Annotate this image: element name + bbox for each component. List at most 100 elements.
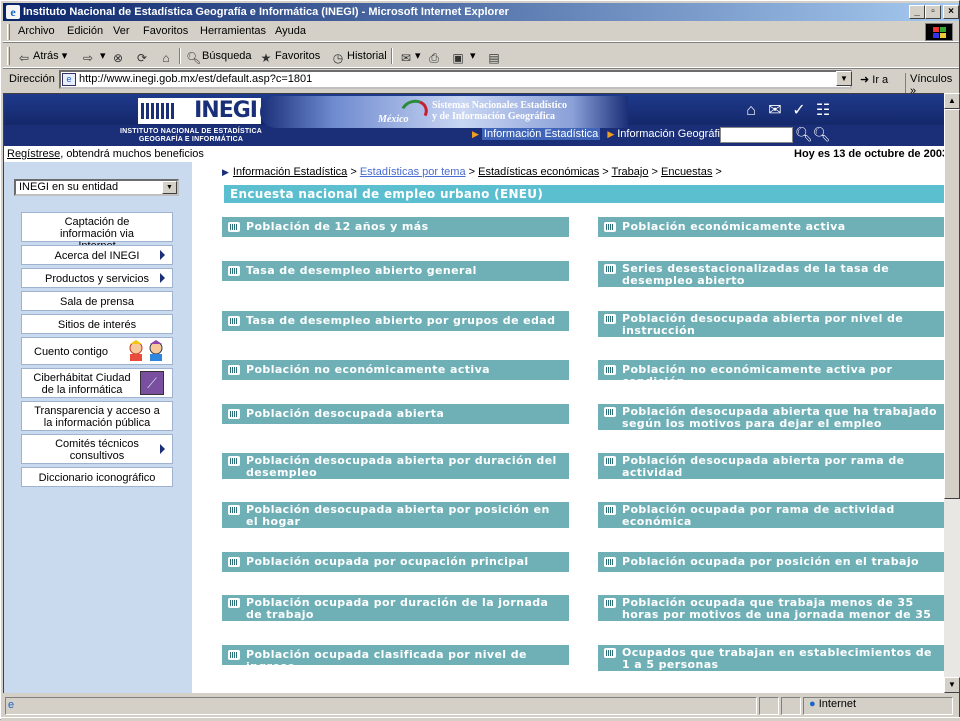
search-label: Búsqueda xyxy=(202,50,252,62)
register-line: Regístrese, obtendrá muchos beneficios xyxy=(7,148,204,160)
sidemenu-cuento-contigo[interactable]: Cuento contigo xyxy=(21,337,173,365)
topic-link[interactable]: Población ocupada por rama de actividad … xyxy=(598,502,944,528)
topic-link[interactable]: Población ocupada por ocupación principa… xyxy=(222,552,569,572)
menu-ver[interactable]: Ver xyxy=(113,25,130,37)
sidemenu-transparencia[interactable]: Transparencia y acceso a la información … xyxy=(21,401,173,431)
history-button[interactable]: ◷ Historial xyxy=(331,47,387,65)
topic-link[interactable]: Población desocupada abierta xyxy=(222,404,569,424)
maximize-button[interactable]: ▫ xyxy=(925,5,941,19)
topic-link[interactable]: Población ocupada por posición en el tra… xyxy=(598,552,944,572)
topic-label: Población desocupada abierta por duració… xyxy=(246,454,557,479)
zone-status: ● Internet xyxy=(809,698,856,710)
breadcrumb-estadisticas-economicas[interactable]: Estadísticas económicas xyxy=(478,166,599,178)
home-button[interactable]: ⌂ xyxy=(159,47,175,65)
stop-button[interactable]: ⊗ xyxy=(111,47,127,65)
section-title: Encuesta nacional de empleo urbano (ENEU… xyxy=(224,185,944,203)
refresh-button[interactable]: ⟳ xyxy=(135,47,151,65)
menu-ayuda[interactable]: Ayuda xyxy=(275,25,306,37)
search-button[interactable]: 🔍︎Búsqueda xyxy=(186,47,252,65)
search-icon: 🔍︎ xyxy=(186,51,202,65)
topic-link[interactable]: Población ocupada por duración de la jor… xyxy=(222,595,569,621)
close-button[interactable]: × xyxy=(943,5,959,19)
home-icon[interactable]: ⌂ xyxy=(742,102,760,120)
print-button[interactable]: ⎙ xyxy=(427,47,443,65)
scroll-up-button[interactable]: ▲ xyxy=(944,93,960,109)
topic-link[interactable]: Series desestacionalizadas de la tasa de… xyxy=(598,261,944,287)
menu-favoritos[interactable]: Favoritos xyxy=(143,25,188,37)
sidemenu-comites[interactable]: Comités técnicos consultivos xyxy=(21,434,173,464)
menu-edicion[interactable]: Edición xyxy=(67,25,103,37)
current-date: Hoy es 13 de octubre de 2003 xyxy=(794,148,944,160)
topic-link[interactable]: Población económicamente activa xyxy=(598,217,944,237)
address-input[interactable]: e http://www.inegi.gob.mx/est/default.as… xyxy=(59,70,852,89)
table-icon xyxy=(604,314,616,324)
vertical-scrollbar[interactable]: ▲ ▼ xyxy=(944,93,960,693)
topic-link[interactable]: Población desocupada abierta por posició… xyxy=(222,502,569,528)
title-bar: e Instituto Nacional de Estadística Geog… xyxy=(3,3,959,21)
sidemenu-sitios[interactable]: Sitios de interés xyxy=(21,314,173,334)
sitemap-icon[interactable]: ☷ xyxy=(814,102,832,120)
topic-link[interactable]: Población desocupada abierta por rama de… xyxy=(598,453,944,479)
search-icon[interactable]: 🔍︎ xyxy=(795,126,813,142)
mail-icon[interactable]: ✉ xyxy=(766,102,784,120)
favorites-label: Favoritos xyxy=(275,50,321,62)
go-button[interactable]: ➜ Ir a xyxy=(860,73,888,86)
table-icon xyxy=(228,316,240,326)
entity-select-value: INEGI en su entidad xyxy=(19,181,119,193)
breadcrumb-estadisticas-tema[interactable]: Estadísticas por tema xyxy=(360,166,466,178)
breadcrumb: ▶ Información Estadística > Estadísticas … xyxy=(222,166,722,178)
header-search-input[interactable] xyxy=(720,127,793,143)
links-label: Vínculos xyxy=(910,73,953,85)
scroll-down-button[interactable]: ▼ xyxy=(944,677,960,693)
menu-grip xyxy=(7,24,10,40)
topic-label: Población no económicamente activa xyxy=(246,363,490,376)
topic-link[interactable]: Población desocupada abierta que ha trab… xyxy=(598,404,944,430)
advanced-search-icon[interactable]: 🔍︎ xyxy=(813,126,831,142)
topic-link[interactable]: Población ocupada clasificada por nivel … xyxy=(222,645,569,673)
topic-link[interactable]: Población desocupada abierta por duració… xyxy=(222,453,569,479)
topic-link[interactable]: Población desocupada abierta por nivel d… xyxy=(598,311,944,337)
discuss-button[interactable]: ▤ xyxy=(487,47,503,65)
sistemas-line1: Sistemas Nacionales Estadístico xyxy=(432,100,567,111)
topic-link[interactable]: Población no económicamente activa xyxy=(222,360,569,380)
edit-button[interactable]: ▣ ▾ xyxy=(451,47,475,65)
topic-link[interactable]: Ocupados que trabajan en establecimiento… xyxy=(598,645,944,671)
topic-link[interactable]: Población ocupada que trabaja menos de 3… xyxy=(598,595,944,633)
scroll-thumb[interactable] xyxy=(944,109,960,499)
topic-link[interactable]: Tasa de desempleo abierto por grupos de … xyxy=(222,311,569,331)
topic-label: Población ocupada clasificada por nivel … xyxy=(246,648,527,673)
sidemenu-label: Ciberhábitat Ciudad de la informática xyxy=(33,372,131,396)
sidemenu-productos[interactable]: Productos y servicios xyxy=(21,268,173,288)
sidemenu-captacion[interactable]: Captación de información via Internet xyxy=(21,212,173,252)
forward-button[interactable]: ⇨ ▾ xyxy=(81,47,106,65)
mail-button[interactable]: ✉ ▾ xyxy=(399,47,421,65)
sidemenu-acerca[interactable]: Acerca del INEGI xyxy=(21,245,173,265)
sidemenu-sala-prensa[interactable]: Sala de prensa xyxy=(21,291,173,311)
topic-link[interactable]: Tasa de desempleo abierto general xyxy=(222,261,569,281)
sidemenu-label: Diccionario iconográfico xyxy=(38,472,156,484)
address-dropdown-button[interactable]: ▼ xyxy=(836,71,852,86)
nav-informacion-estadistica[interactable]: Información Estadística xyxy=(481,128,601,140)
entity-select[interactable]: INEGI en su entidad ▼ xyxy=(14,179,179,196)
breadcrumb-informacion-estadistica[interactable]: Información Estadística xyxy=(233,166,347,178)
go-arrow-icon: ➜ xyxy=(860,74,870,86)
breadcrumb-encuestas[interactable]: Encuestas xyxy=(661,166,712,178)
table-icon xyxy=(228,222,240,232)
nav-arrow-icon: ▶ xyxy=(607,129,615,139)
breadcrumb-trabajo[interactable]: Trabajo xyxy=(612,166,649,178)
table-icon xyxy=(604,648,616,658)
check-icon[interactable]: ✓ xyxy=(790,102,808,120)
topic-link[interactable]: Población de 12 años y más xyxy=(222,217,569,237)
back-button[interactable]: ⇦ Atrás ▾ xyxy=(17,47,67,65)
sidemenu-diccionario[interactable]: Diccionario iconográfico xyxy=(21,467,173,487)
topic-link[interactable]: Población no económicamente activa por c… xyxy=(598,360,944,388)
nav-informacion-geografica[interactable]: Información Geográfica xyxy=(617,128,731,140)
menu-archivo[interactable]: Archivo xyxy=(18,25,55,37)
inegi-logo[interactable]: INEGI xyxy=(138,98,261,124)
minimize-button[interactable]: _ xyxy=(909,5,925,19)
favorites-button[interactable]: ★ Favoritos xyxy=(259,47,321,65)
register-link[interactable]: Regístrese xyxy=(7,148,60,160)
chevron-down-icon[interactable]: ▼ xyxy=(162,181,177,194)
sidemenu-ciberhabitat[interactable]: Ciberhábitat Ciudad de la informática ⟋ xyxy=(21,368,173,398)
menu-herramientas[interactable]: Herramientas xyxy=(200,25,266,37)
